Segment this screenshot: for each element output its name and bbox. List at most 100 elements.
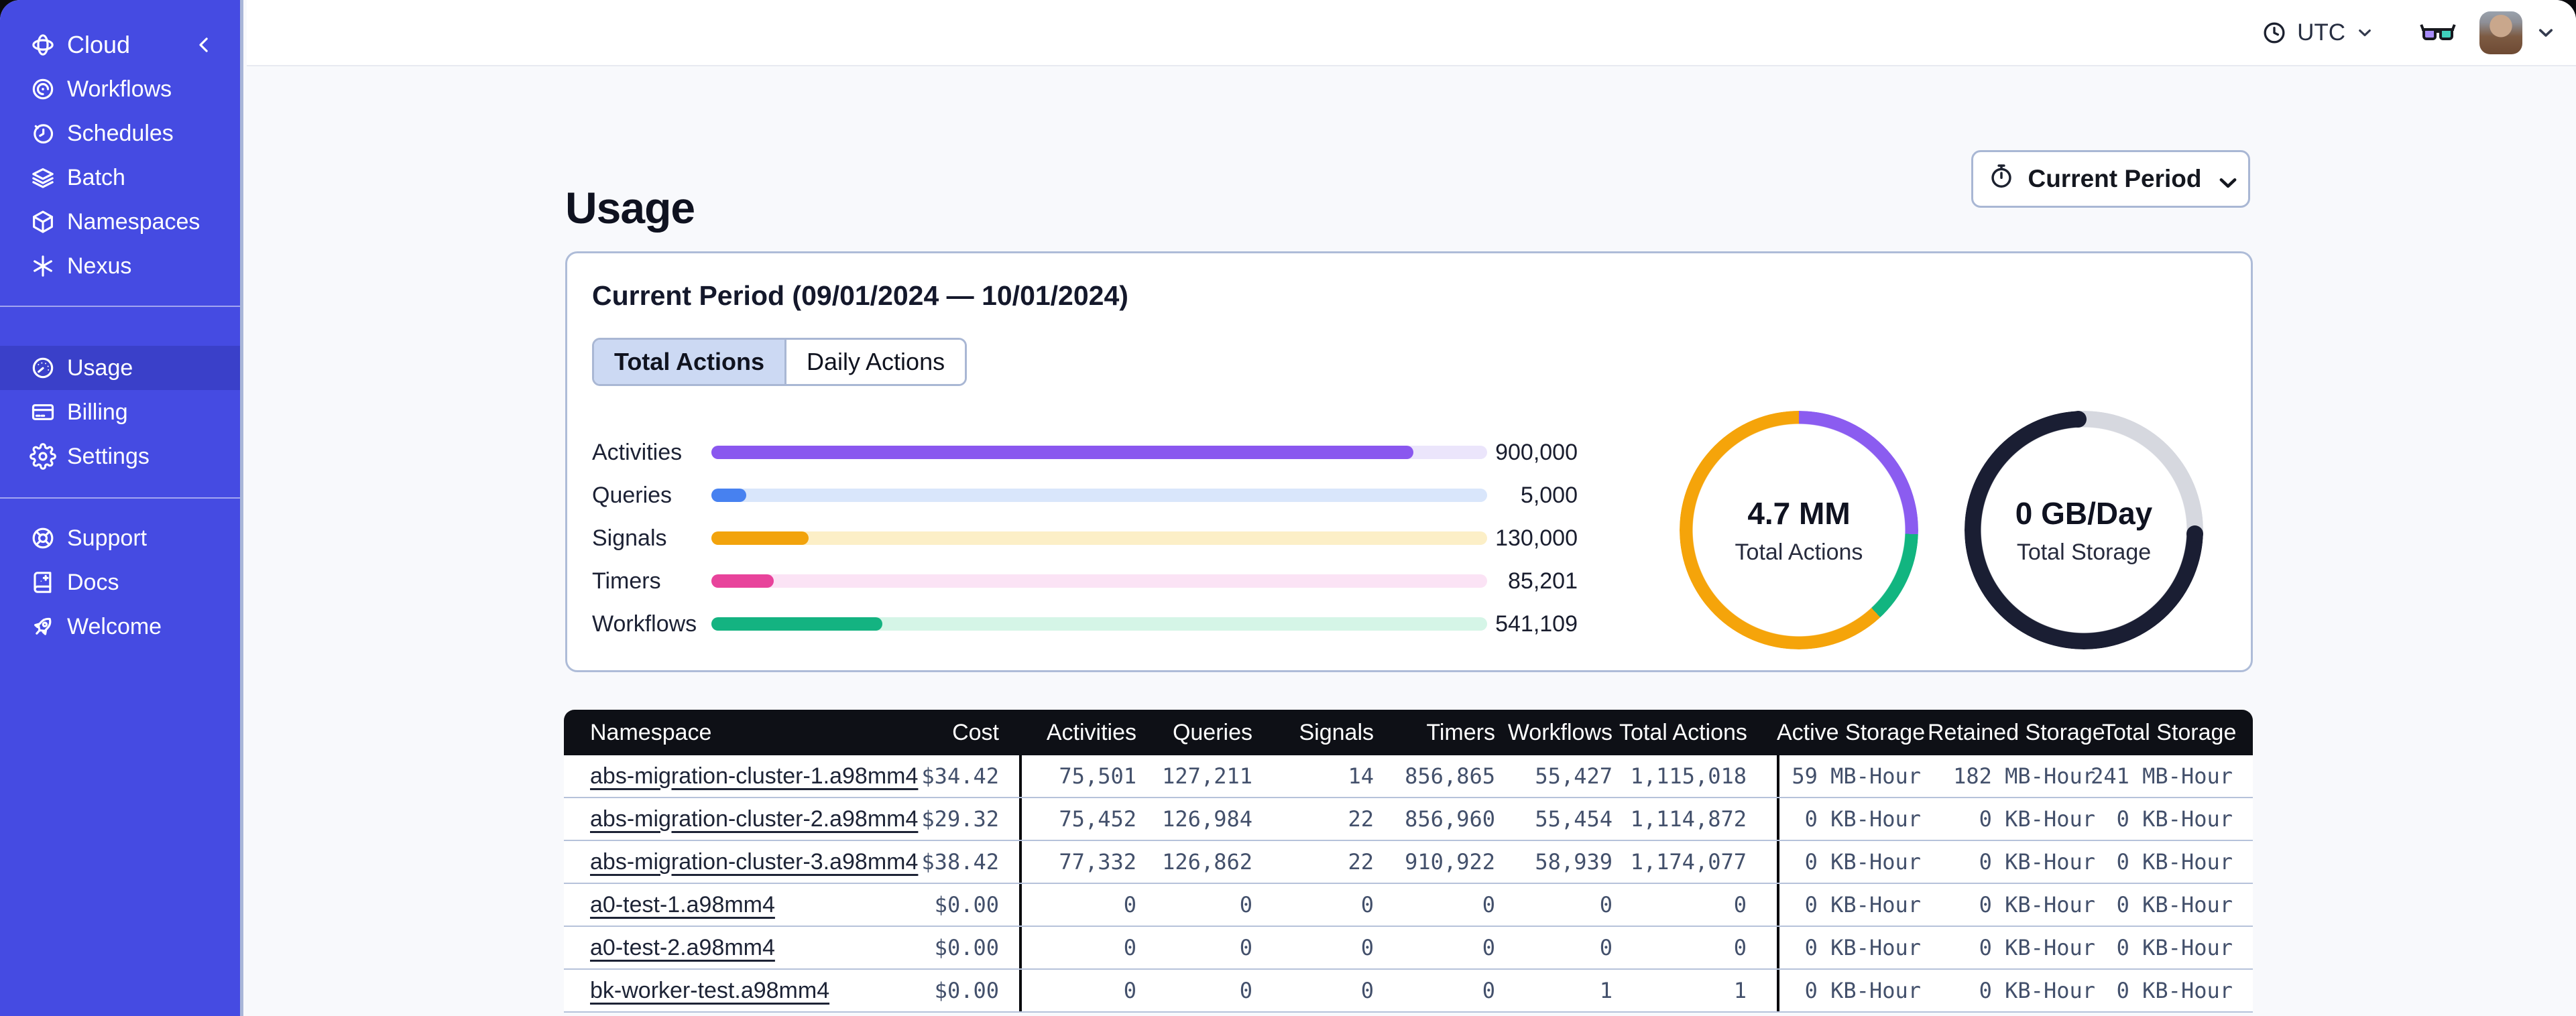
column-header-timers: Timers: [1426, 719, 1495, 745]
cell-retained-storage: 0 KB-Hour: [1979, 935, 2095, 960]
namespace-link[interactable]: a0-test-2.a98mm4: [590, 935, 775, 961]
sidebar-item-settings[interactable]: Settings: [0, 434, 240, 479]
cell-total-actions: 1: [1733, 978, 1747, 1003]
cell-queries: 0: [1239, 935, 1252, 960]
column-header-workflows: Workflows: [1507, 719, 1613, 745]
sidebar-header-cloud[interactable]: Cloud: [0, 23, 240, 67]
table-row: a0-test-2.a98mm4 $0.00 0 0 0 0 0 0 0 KB-Hour 0 KB…: [564, 927, 2253, 970]
cell-cost: $0.00: [934, 978, 999, 1003]
bar-value: 130,000: [1495, 525, 1578, 551]
sidebar-item-label: Batch: [67, 164, 125, 190]
bar-row-signals: Signals 130,000: [592, 517, 1578, 560]
cell-cost: $0.00: [934, 892, 999, 917]
cell-workflows: 1: [1599, 978, 1613, 1003]
clock-icon: [2261, 19, 2288, 46]
sidebar-item-batch[interactable]: Batch: [0, 155, 240, 200]
donut-label: Total Storage: [2016, 539, 2152, 565]
cell-retained-storage: 0 KB-Hour: [1979, 978, 2095, 1003]
cell-total-actions: 0: [1733, 892, 1747, 917]
collapse-chevron-icon[interactable]: [190, 31, 217, 58]
cell-namespace: abs-migration-cluster-3.a98mm4: [564, 841, 918, 883]
cell-workflows: 55,454: [1535, 806, 1613, 832]
sidebar-item-docs[interactable]: Docs: [0, 560, 240, 605]
cell-total-storage: 0 KB-Hour: [2116, 935, 2233, 960]
cell-namespace: abs-migration-cluster-2.a98mm4: [564, 798, 918, 840]
app-window: Cloud Workflows Schedules Batch Namespaces N…: [0, 0, 2576, 1016]
sidebar-item-welcome[interactable]: Welcome: [0, 605, 240, 649]
namespace-link[interactable]: abs-migration-cluster-2.a98mm4: [590, 806, 918, 832]
cell-cost: $38.42: [921, 849, 999, 875]
bar-label: Activities: [592, 439, 683, 465]
namespace-link[interactable]: bk-worker-test.a98mm4: [590, 978, 829, 1004]
bar-fill: [711, 489, 747, 502]
docs-icon: [30, 569, 56, 596]
bar-track: [711, 446, 1487, 459]
sidebar-item-schedules[interactable]: Schedules: [0, 111, 240, 155]
sidebar-divider: [0, 497, 240, 499]
sidebar-item-billing[interactable]: Billing: [0, 390, 240, 434]
cell-retained-storage: 0 KB-Hour: [1979, 892, 2095, 917]
chevron-down-icon[interactable]: [2534, 21, 2557, 44]
bar-track: [711, 531, 1487, 545]
bar-label: Workflows: [592, 611, 697, 637]
cell-timers: 0: [1482, 935, 1495, 960]
donut-center-text: 4.7 MM Total Actions: [1680, 411, 1918, 649]
cell-workflows: 0: [1599, 935, 1613, 960]
cell-active-storage: 0 KB-Hour: [1777, 841, 1928, 883]
cell-active-storage: 0 KB-Hour: [1777, 798, 1928, 840]
namespace-link[interactable]: a0-test-1.a98mm4: [590, 892, 775, 918]
tab-total-actions[interactable]: Total Actions: [594, 340, 784, 384]
sidebar-item-namespaces[interactable]: Namespaces: [0, 200, 240, 244]
timezone-label: UTC: [2297, 19, 2345, 46]
sidebar-item-nexus[interactable]: Nexus: [0, 244, 240, 288]
actions-bar-chart: Activities 900,000 Queries 5,000 Signals 130,…: [592, 431, 1578, 645]
tab-daily-actions[interactable]: Daily Actions: [784, 340, 965, 384]
donut-chart-total-storage: 0 GB/Day Total Storage: [1965, 411, 2203, 649]
cell-timers: 856,865: [1405, 763, 1495, 789]
cell-total-actions: 1,114,872: [1630, 806, 1747, 832]
sidebar-item-workflows[interactable]: Workflows: [0, 67, 240, 111]
glasses-icon[interactable]: [2419, 19, 2457, 47]
cell-active-storage: 0 KB-Hour: [1777, 927, 1928, 968]
cell-activities: 0: [1019, 927, 1143, 968]
sidebar-divider: [0, 306, 240, 307]
sidebar-item-label: Workflows: [67, 76, 172, 102]
cell-signals: 22: [1348, 806, 1374, 832]
bar-row-queries: Queries 5,000: [592, 474, 1578, 517]
sidebar-item-support[interactable]: Support: [0, 516, 240, 560]
namespace-link[interactable]: abs-migration-cluster-3.a98mm4: [590, 849, 918, 875]
cell-queries: 127,211: [1162, 763, 1252, 789]
cell-total-actions: 1,115,018: [1630, 763, 1747, 789]
bar-fill: [711, 531, 809, 545]
bar-value: 541,109: [1495, 611, 1578, 637]
table-header-row: Namespace Cost Activities Queries Signals Tim…: [564, 710, 2253, 755]
table-row: abs-migration-cluster-1.a98mm4 $34.42 75,5…: [564, 755, 2253, 798]
sidebar-item-usage[interactable]: Usage: [0, 346, 240, 390]
bar-value: 5,000: [1520, 482, 1578, 508]
sidebar-header-label: Cloud: [67, 31, 131, 58]
cell-namespace: abs-migration-cluster-1.a98mm4: [564, 755, 918, 797]
cell-retained-storage: 0 KB-Hour: [1979, 806, 2095, 832]
period-dropdown-button[interactable]: Current Period: [1971, 150, 2250, 208]
cell-namespace: a0-test-1.a98mm4: [564, 884, 886, 926]
sidebar-item-label: Docs: [67, 569, 119, 595]
namespace-link[interactable]: abs-migration-cluster-1.a98mm4: [590, 763, 918, 789]
settings-icon: [30, 443, 56, 470]
billing-icon: [30, 399, 56, 426]
sidebar-item-label: Namespaces: [67, 208, 200, 235]
user-avatar[interactable]: [2479, 11, 2522, 54]
sidebar-item-label: Schedules: [67, 120, 174, 146]
timezone-selector[interactable]: UTC: [2261, 19, 2375, 46]
bar-fill: [711, 574, 774, 588]
topbar: UTC: [247, 0, 2576, 66]
bar-track: [711, 574, 1487, 588]
cell-activities: 0: [1019, 970, 1143, 1011]
column-header-cost: Cost: [952, 719, 999, 745]
cell-signals: 0: [1360, 978, 1374, 1003]
cell-activities: 75,501: [1019, 755, 1143, 797]
cell-workflows: 0: [1599, 892, 1613, 917]
cell-activities: 77,332: [1019, 841, 1143, 883]
usage-icon: [30, 355, 56, 381]
sidebar-item-label: Welcome: [67, 613, 162, 639]
cell-signals: 0: [1360, 892, 1374, 917]
